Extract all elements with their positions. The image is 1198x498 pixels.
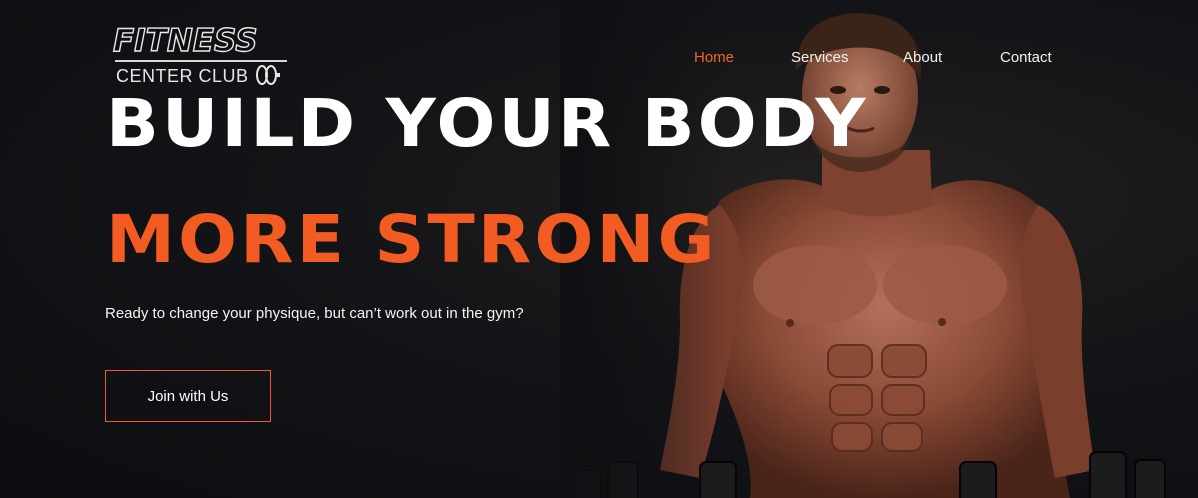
hero-headline-accent: MORE STRONG <box>106 201 718 278</box>
nav-services-link[interactable]: Services <box>791 49 849 66</box>
hero-tagline: Ready to change your physique, but can’t… <box>105 305 524 322</box>
logo-divider <box>115 60 287 62</box>
hero-section: FITNESS CENTER CLUB Home Services About … <box>0 0 1198 498</box>
nav-contact-link[interactable]: Contact <box>1000 49 1052 66</box>
brand-logo[interactable]: FITNESS CENTER CLUB <box>112 23 293 90</box>
hero-headline-primary: BUILD YOUR BODY <box>106 85 869 162</box>
nav-home-link[interactable]: Home <box>694 49 734 66</box>
dumbbell-plate-icon <box>256 65 280 85</box>
join-button[interactable]: Join with Us <box>105 370 271 422</box>
brand-title: FITNESS <box>112 23 258 59</box>
nav-about-link[interactable]: About <box>903 49 942 66</box>
